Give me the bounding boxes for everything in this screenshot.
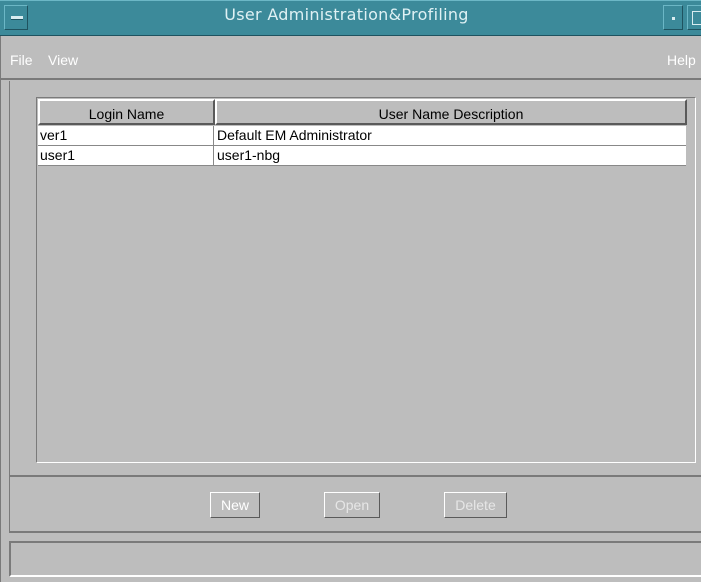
minimize-icon[interactable] [663, 5, 683, 30]
column-header-login-name[interactable]: Login Name [38, 99, 215, 125]
title-bar[interactable]: User Administration&Profiling [0, 0, 701, 36]
app-window: User Administration&Profiling File View … [0, 0, 701, 582]
main-panel: Login Name User Name Description ver1 De… [9, 81, 701, 475]
cell-description: Default EM Administrator [217, 127, 372, 143]
menu-view[interactable]: View [48, 52, 78, 68]
users-table: Login Name User Name Description ver1 De… [36, 97, 696, 463]
cell-login-name: user1 [38, 146, 214, 166]
cell-description: user1-nbg [217, 147, 281, 163]
table-header: Login Name User Name Description [38, 99, 694, 125]
window-left-border [0, 36, 1, 582]
window-menu-icon[interactable] [4, 5, 28, 30]
maximize-icon[interactable] [687, 5, 701, 30]
menu-help[interactable]: Help [667, 52, 696, 68]
table-row[interactable]: ver1 Default EM Administrator [38, 126, 686, 146]
new-button[interactable]: New [210, 492, 260, 518]
column-header-user-name-description[interactable]: User Name Description [215, 99, 687, 125]
open-button[interactable]: Open [324, 492, 380, 518]
delete-button[interactable]: Delete [444, 492, 507, 518]
menu-file[interactable]: File [10, 52, 33, 68]
menu-bar: File View Help [0, 36, 701, 80]
window-title: User Administration&Profiling [224, 5, 469, 24]
button-bar: New Open Delete [9, 475, 701, 533]
status-bar [9, 541, 701, 577]
table-row[interactable]: user1 user1-nbg [38, 146, 686, 166]
cell-login-name: ver1 [38, 126, 214, 146]
